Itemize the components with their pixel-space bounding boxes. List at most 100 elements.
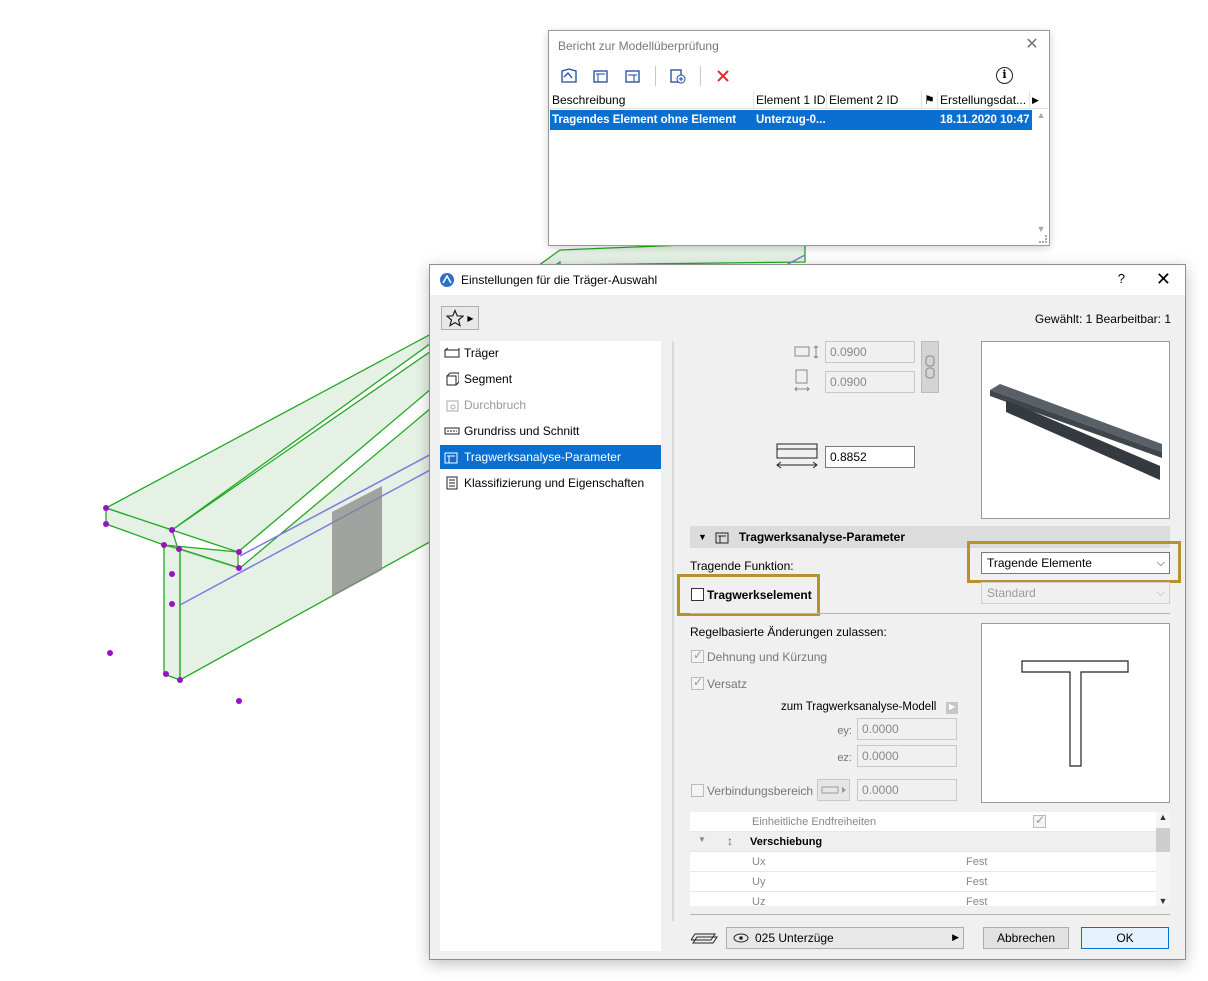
model-check-icon[interactable] [557,65,581,87]
highlight-frame-funktion [967,541,1181,583]
column-beschreibung[interactable]: Beschreibung [550,91,754,108]
ok-button[interactable]: OK [1081,927,1169,949]
verbindung-type-button[interactable] [817,779,850,801]
offset-field[interactable]: 0.8852 [825,446,915,468]
link-button[interactable] [921,341,939,393]
report-title: Bericht zur Modellüberprüfung [558,39,719,53]
cancel-button[interactable]: Abbrechen [983,927,1069,949]
group-label: Verschiebung [750,836,823,848]
beam-icon [444,346,460,360]
triangle-right-icon: ▶ [952,932,959,942]
collapse-triangle-icon: ▼ [698,835,706,844]
chain-link-icon [925,355,935,379]
row-value: Fest [966,856,988,868]
release-table: Einheitliche Endfreiheiten ✓ ▼ ↕ Verschi… [690,812,1170,906]
triangle-right-icon: ▶ [949,702,956,711]
layer-selector[interactable]: 025 Unterzüge ▶ [726,927,964,949]
modell-menu-button[interactable]: ▶ [946,702,958,714]
section-title: Tragwerksanalyse-Parameter [738,530,906,544]
check-icon: ✓ [693,648,704,662]
panel-divider [672,341,674,921]
height-field[interactable]: 0.0900 [825,371,915,393]
beam-report-alt-icon[interactable] [621,65,645,87]
scroll-thumb[interactable] [1156,828,1170,852]
report-close-button[interactable]: ✕ [1023,36,1041,54]
ey-field[interactable]: 0.0000 [857,718,957,740]
tragende-funktion-label: Tragende Funktion: [690,559,794,573]
add-report-icon[interactable] [666,65,690,87]
classification-icon [444,476,460,490]
dehnung-checkbox[interactable]: ✓ [691,648,704,663]
connection-zone-icon [821,786,846,794]
column-datum[interactable]: Erstellungsdat... [938,91,1030,108]
row-datum: 18.11.2020 10:47 [940,114,1030,126]
chevron-down-icon: ⌵ [1156,587,1165,599]
row-value: Fest [966,876,988,888]
verbindung-field[interactable]: 0.0000 [857,779,957,801]
settings-nav: Träger Segment Durchbruch Grundriss und … [440,341,661,951]
table-row[interactable]: Uz Fest [690,892,1156,906]
beam-report-icon[interactable] [589,65,613,87]
report-titlebar: Bericht zur Modellüberprüfung ✕ [549,31,1049,61]
column-element2[interactable]: Element 2 ID [827,91,922,108]
column-element1[interactable]: Element 1 ID [754,91,827,108]
verbindung-checkbox[interactable] [691,784,704,797]
verbindung-label: Verbindungsbereich [707,784,814,798]
ez-label: ez: [837,752,852,764]
ey-label: ey: [837,725,852,737]
nav-label: Tragwerksanalyse-Parameter [464,450,621,464]
scroll-up-icon[interactable]: ▲ [1156,812,1170,822]
table-row[interactable]: Uy Fest [690,872,1156,892]
delete-icon[interactable] [711,65,735,87]
table-row[interactable]: Tragendes Element ohne Element Unterzug-… [550,110,1032,130]
flag-icon[interactable]: ⚑ [922,91,938,108]
star-icon [446,309,465,327]
layer-name: 025 Unterzüge [755,931,834,945]
favorites-button[interactable]: ▶ [441,306,479,330]
highlight-frame-tragwerkselement [677,574,820,616]
nav-item-traeger[interactable]: Träger [440,341,661,365]
floorplan-icon [444,424,460,438]
nav-label: Segment [464,372,513,386]
resize-grip[interactable] [1039,235,1047,243]
row-label: Ux [752,856,766,868]
scroll-up-icon[interactable]: ▲ [1034,110,1048,120]
width-field[interactable]: 0.0900 [825,341,915,363]
dropdown-value: Standard [987,586,1036,600]
divider [690,914,1170,915]
table-row[interactable]: Einheitliche Endfreiheiten ✓ [690,812,1156,832]
regel-label: Regelbasierte Änderungen zulassen: [690,625,887,639]
versatz-label: Versatz [707,677,748,691]
versatz-checkbox[interactable]: ✓ [691,675,704,690]
scroll-right-icon[interactable]: ▶ [1030,91,1046,108]
table-scrollbar[interactable]: ▲ ▼ [1156,812,1170,906]
nav-item-grundriss[interactable]: Grundriss und Schnitt [440,419,661,443]
table-row[interactable]: Ux Fest [690,852,1156,872]
beam-3d-preview-image [990,384,1162,480]
nav-label: Träger [464,346,499,360]
report-scrollbar[interactable]: ▲ ▼ [1034,110,1048,234]
table-row[interactable]: ▼ ↕ Verschiebung [690,832,1156,852]
dialog-close-button[interactable]: ✕ [1156,269,1171,290]
toolbar-separator [700,66,701,86]
scroll-down-icon[interactable]: ▼ [1156,896,1170,906]
nav-item-durchbruch[interactable]: Durchbruch [440,393,661,417]
opening-icon [444,398,460,412]
help-button[interactable]: ? [1118,271,1125,286]
endfreiheiten-checkbox[interactable]: ✓ [1033,813,1046,828]
nav-label: Grundriss und Schnitt [464,424,580,438]
scroll-down-icon[interactable]: ▼ [1034,224,1048,234]
row-label: Einheitliche Endfreiheiten [752,816,877,828]
profile-preview [981,623,1170,803]
nav-label: Klassifizierung und Eigenschaften [464,476,645,490]
standard-dropdown[interactable]: Standard ⌵ [981,582,1170,604]
nav-item-tragwerksanalyse[interactable]: Tragwerksanalyse-Parameter [440,445,661,469]
nav-item-segment[interactable]: Segment [440,367,661,391]
info-icon[interactable]: i [996,67,1013,84]
row-beschreibung: Tragendes Element ohne Element [552,114,737,126]
collapse-triangle-icon: ▼ [698,532,707,542]
check-icon: ✓ [1035,813,1046,827]
segment-icon [444,372,460,386]
ez-field[interactable]: 0.0000 [857,745,957,767]
nav-item-klassifizierung[interactable]: Klassifizierung und Eigenschaften [440,471,661,495]
